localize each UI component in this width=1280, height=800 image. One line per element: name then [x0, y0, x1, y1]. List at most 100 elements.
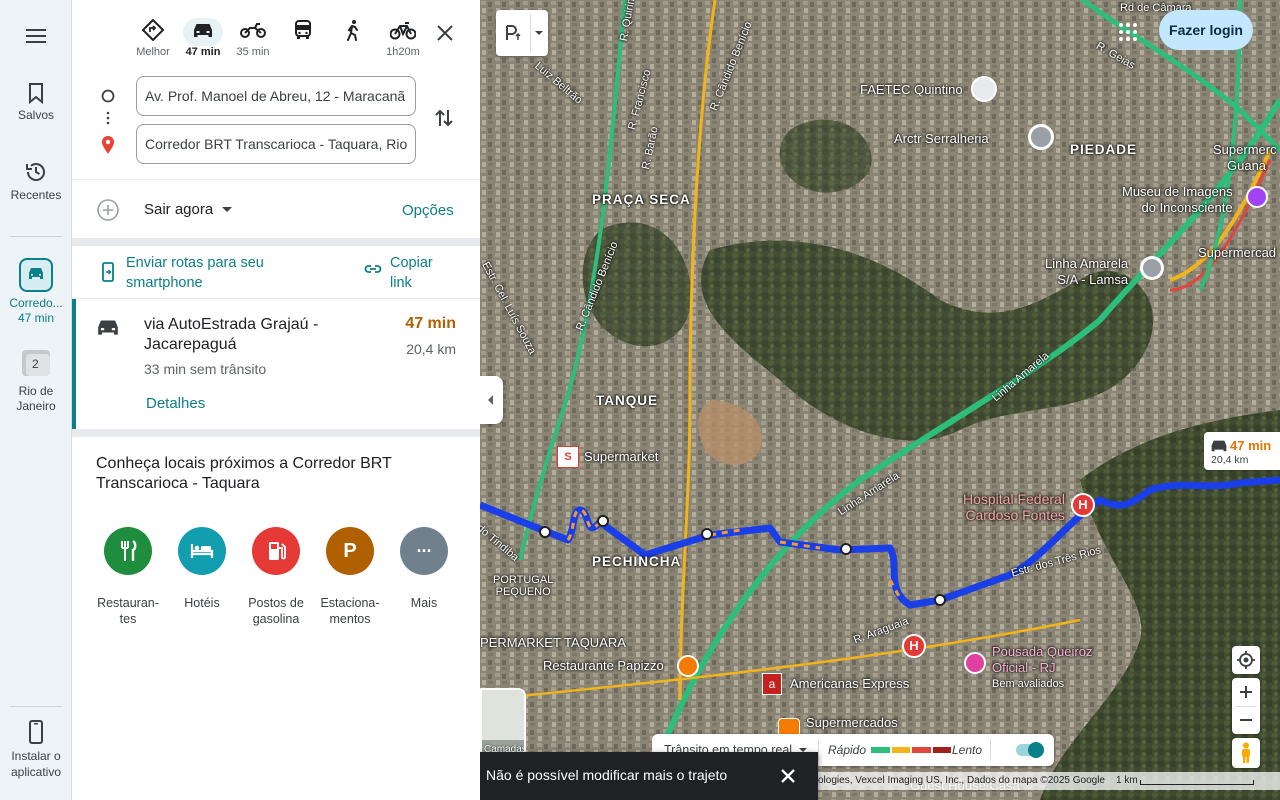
- mode-car[interactable]: 47 min: [178, 18, 228, 58]
- rio-de-janeiro-button[interactable]: 2 Rio de Janeiro: [0, 348, 72, 414]
- category-label: Hotéis: [184, 596, 220, 610]
- rail-divider-bottom: [10, 706, 62, 707]
- active-route-icon-box: [19, 258, 53, 292]
- caret-down-icon: [222, 206, 233, 212]
- category-label-2: gasolina: [252, 612, 300, 626]
- place-label[interactable]: Linha Amarela S/A - Lamsa: [1045, 256, 1128, 288]
- zoom-out-button[interactable]: [1232, 706, 1260, 734]
- hospital-pin-icon[interactable]: H: [1071, 493, 1095, 517]
- mode-motorcycle-label: 35 min: [236, 46, 270, 58]
- zoom-in-button[interactable]: [1232, 678, 1260, 706]
- museum-pin-icon[interactable]: [1246, 186, 1268, 208]
- rio-badge: 2: [32, 357, 39, 371]
- place-pin-icon[interactable]: [1028, 124, 1054, 150]
- school-pin-icon[interactable]: [971, 76, 997, 102]
- map-canvas[interactable]: Rd de Câmara R. Quirim R. Cândido Beníci…: [480, 0, 1280, 800]
- place-pin-icon[interactable]: [1140, 256, 1164, 280]
- category-hotels[interactable]: Hotéis: [164, 527, 240, 611]
- close-directions-button[interactable]: [434, 22, 456, 44]
- place-label[interactable]: Supermercados: [806, 715, 898, 730]
- install-label-1: Instalar o: [11, 749, 61, 763]
- car-icon: [1211, 440, 1227, 452]
- scale-bar: [1140, 780, 1254, 785]
- hospital-pin-icon[interactable]: H: [902, 634, 926, 658]
- bicycle-icon: [390, 22, 416, 40]
- category-gas-stations[interactable]: Postos de gasolina: [238, 527, 314, 627]
- category-label: Estaciona-: [320, 596, 380, 610]
- apps-grid-button[interactable]: [1116, 20, 1140, 44]
- chevron-left-icon: [488, 395, 493, 405]
- category-parking[interactable]: P Estaciona- mentos: [312, 527, 388, 627]
- traffic-toggle[interactable]: [1016, 742, 1044, 758]
- mode-best[interactable]: Melhor: [128, 18, 178, 58]
- place-label[interactable]: Supermercad: [1198, 245, 1276, 260]
- place-label[interactable]: Americanas Express: [790, 676, 909, 691]
- origin-input[interactable]: Av. Prof. Manoel de Abreu, 12 - Maracanã: [136, 76, 416, 116]
- place-label[interactable]: Supermarket: [584, 449, 658, 464]
- car-icon: [194, 24, 212, 37]
- plus-icon: [1240, 686, 1252, 698]
- restaurant-pin-icon[interactable]: [677, 655, 699, 677]
- more-icon: ···: [400, 527, 448, 575]
- supermarket-logo-icon[interactable]: S: [557, 446, 579, 468]
- neighborhood-label: PORTUGAL PEQUENO: [493, 574, 553, 598]
- category-more[interactable]: ··· Mais: [386, 527, 462, 611]
- place-label[interactable]: Supermerc Guana: [1213, 142, 1277, 174]
- swap-button[interactable]: [432, 106, 456, 130]
- route-option-card[interactable]: via AutoEstrada Grajaú - Jacarepaguá 47 …: [72, 299, 480, 429]
- menu-button[interactable]: [0, 26, 72, 50]
- menu-icon: [26, 29, 46, 43]
- add-stop-button[interactable]: [96, 198, 120, 227]
- send-label-2: smartphone: [126, 275, 203, 291]
- copy-label-1: Copiar: [390, 255, 433, 271]
- store-pin-icon[interactable]: a: [762, 673, 782, 695]
- bus-icon: [295, 20, 311, 39]
- install-app-button[interactable]: Instalar o aplicativo: [0, 720, 72, 780]
- toast-close-button[interactable]: [778, 766, 798, 786]
- route-details-button[interactable]: Detalhes: [146, 395, 205, 412]
- nearby-heading: Conheça locais próximos a Corredor BRT T…: [96, 454, 392, 494]
- recent-button[interactable]: Recentes: [0, 160, 72, 202]
- depart-label: Sair agora: [144, 201, 214, 218]
- layers-button[interactable]: Camadas: [480, 688, 526, 758]
- diamond-route-icon: [142, 19, 164, 41]
- scale-label: 1 km: [1116, 775, 1138, 786]
- place-label[interactable]: Hospital Federal Cardoso Fontes: [963, 491, 1065, 523]
- toast-message: Não é possível modificar mais o trajeto: [486, 767, 728, 783]
- send-to-phone-link[interactable]: Enviar rotas para seu smartphone: [126, 253, 264, 293]
- place-label-line: do Inconsciente: [1141, 200, 1233, 215]
- mode-bike[interactable]: 1h20m: [378, 18, 428, 58]
- traffic-color-scale: [871, 747, 951, 753]
- place-label[interactable]: FAETEC Quintino: [860, 82, 963, 97]
- copy-label-2: link: [390, 275, 412, 291]
- car-icon: [96, 317, 120, 342]
- category-restaurants[interactable]: Restauran- tes: [90, 527, 166, 627]
- place-label[interactable]: Museu de Imagens do Inconsciente: [1122, 184, 1233, 216]
- collapse-panel-button[interactable]: [480, 376, 503, 424]
- active-route-button[interactable]: Corredo... 47 min: [0, 258, 72, 326]
- place-label[interactable]: Arctr Serralheria: [894, 131, 989, 146]
- lodging-pin-icon[interactable]: [964, 652, 986, 674]
- mode-motorcycle[interactable]: 35 min: [228, 18, 278, 58]
- send-to-phone-icon: [100, 262, 116, 287]
- place-label[interactable]: Restaurante Papizzo: [543, 658, 664, 673]
- my-location-button[interactable]: [1232, 646, 1260, 674]
- place-label-line: Supermerc: [1213, 142, 1277, 157]
- mode-transit[interactable]: [278, 18, 328, 46]
- login-button[interactable]: Fazer login: [1159, 10, 1253, 50]
- options-button[interactable]: Opções: [402, 202, 454, 219]
- saved-button[interactable]: Salvos: [0, 82, 72, 122]
- close-icon: [781, 769, 795, 783]
- mode-walk[interactable]: [328, 18, 378, 46]
- travel-mode-selector[interactable]: [496, 10, 548, 56]
- copy-link-button[interactable]: Copiar link: [390, 253, 433, 293]
- depart-time-dropdown[interactable]: Sair agora: [144, 201, 237, 218]
- section-divider: [72, 429, 480, 437]
- directions-panel: Melhor 47 min 35 min 1h20m Av. Prof. Man…: [72, 0, 480, 800]
- route-callout[interactable]: 47 min 20,4 km: [1204, 432, 1280, 470]
- street-view-button[interactable]: [1232, 738, 1260, 768]
- destination-input[interactable]: Corredor BRT Transcarioca - Taquara, Rio: [136, 124, 416, 164]
- route-no-traffic: 33 min sem trânsito: [144, 361, 267, 377]
- place-label[interactable]: Pousada Queiroz Oficial - RJ Bem avaliad…: [992, 644, 1092, 692]
- place-label[interactable]: PERMARKET TAQUARA: [480, 635, 626, 650]
